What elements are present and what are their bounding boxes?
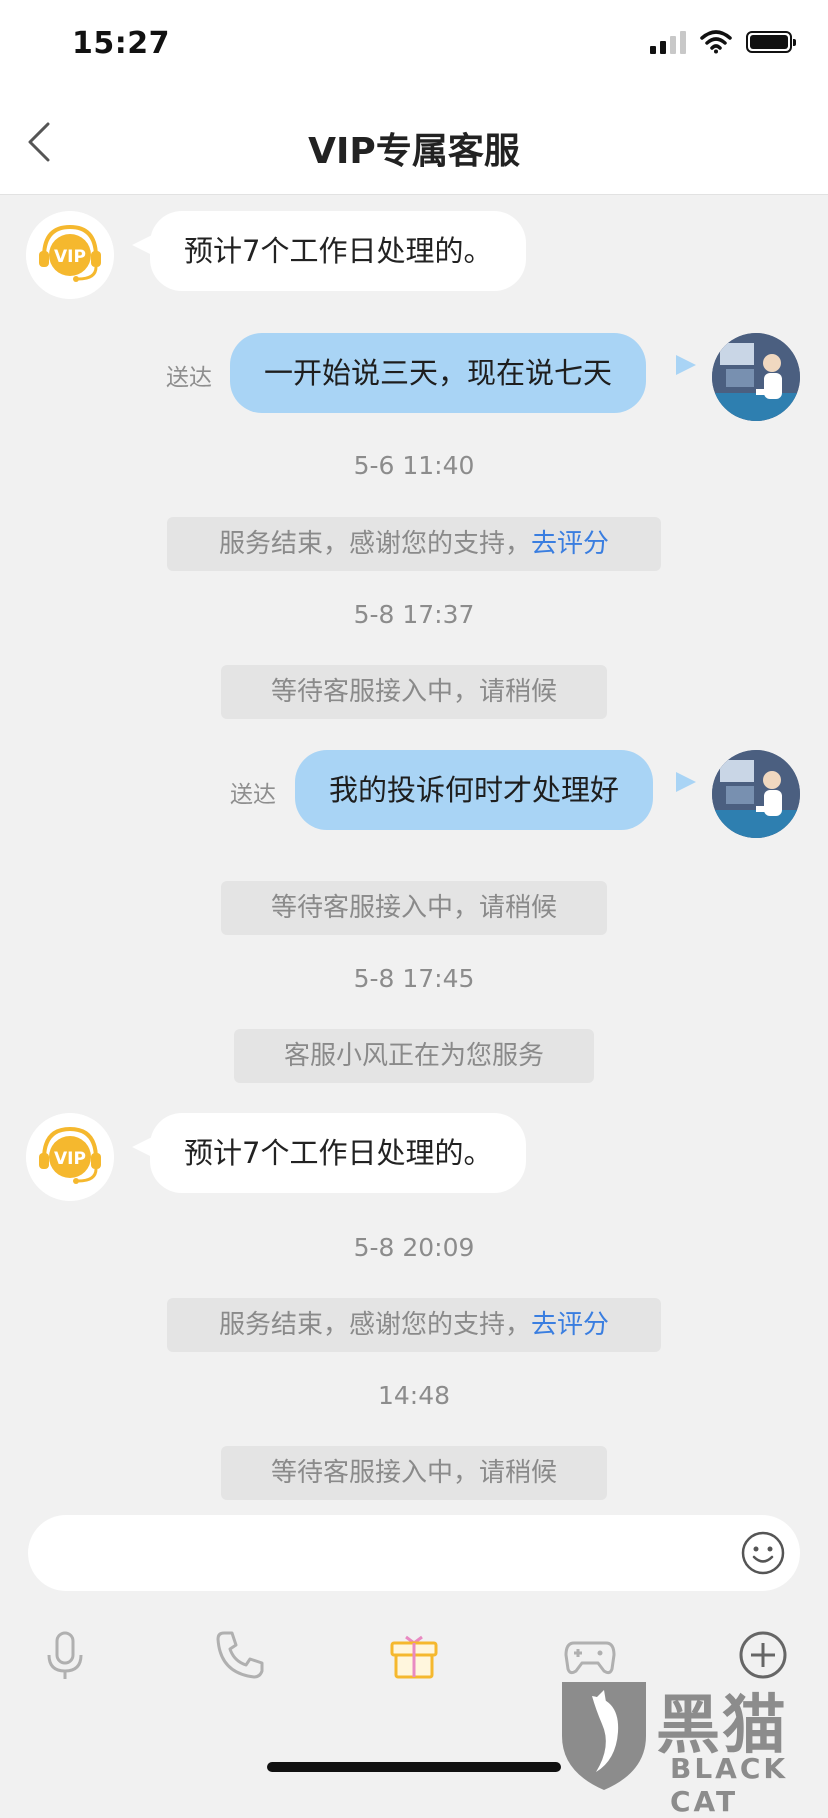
user-photo-icon (712, 750, 800, 838)
system-notice: 服务结束，感谢您的支持，去评分 (167, 1298, 661, 1352)
vip-headset-icon: VIP (26, 1113, 114, 1201)
message-input[interactable] (28, 1515, 800, 1591)
timestamp: 5-8 17:37 (353, 600, 475, 629)
system-notice: 客服小风正在为您服务 (234, 1029, 594, 1083)
incoming-message[interactable]: 预计7个工作日处理的。 (150, 211, 527, 291)
home-indicator[interactable] (267, 1762, 561, 1772)
phone-icon[interactable] (210, 1625, 270, 1685)
system-notice: 等待客服接入中，请稍候 (221, 1446, 607, 1500)
timestamp: 5-8 17:45 (353, 964, 475, 993)
svg-text:VIP: VIP (54, 247, 86, 267)
battery-icon (746, 31, 796, 53)
timestamp: 5-6 11:40 (353, 451, 475, 480)
rate-service-link[interactable]: 去评分 (531, 1310, 609, 1340)
watermark: 黑猫 BLACK CAT (556, 1676, 828, 1818)
status-time: 15:27 (72, 26, 170, 61)
navigation-bar: VIP专属客服 (0, 90, 828, 195)
vip-headset-icon: VIP (26, 211, 114, 299)
bubble-tail (132, 235, 152, 255)
emoji-icon[interactable] (740, 1530, 786, 1576)
incoming-message[interactable]: 预计7个工作日处理的。 (150, 1113, 527, 1193)
system-notice-text: 服务结束，感谢您的支持， (218, 529, 531, 559)
delivered-status: 送达 (230, 782, 276, 808)
delivered-status: 送达 (166, 365, 212, 391)
watermark-subtitle: BLACK CAT (670, 1752, 789, 1818)
chat-list[interactable]: VIP 预计7个工作日处理的。 送达 一开始说三天，现在说七天 5-6 11:4… (0, 195, 828, 1515)
vip-avatar[interactable]: VIP (26, 1113, 114, 1201)
user-photo-icon (712, 333, 800, 421)
wifi-icon (700, 30, 732, 54)
outgoing-message[interactable]: 一开始说三天，现在说七天 (230, 333, 647, 413)
page-title: VIP专属客服 (308, 131, 520, 172)
bubble-tail (676, 772, 696, 792)
bubble-tail (132, 1137, 152, 1157)
microphone-icon[interactable] (35, 1625, 95, 1685)
system-notice: 等待客服接入中，请稍候 (221, 881, 607, 935)
gift-icon[interactable] (384, 1625, 444, 1685)
outgoing-message[interactable]: 我的投诉何时才处理好 (295, 750, 654, 830)
user-avatar[interactable] (712, 333, 800, 421)
user-avatar[interactable] (712, 750, 800, 838)
bubble-tail (676, 355, 696, 375)
system-notice-text: 服务结束，感谢您的支持， (218, 1310, 531, 1340)
timestamp: 5-8 20:09 (353, 1233, 475, 1262)
system-notice: 服务结束，感谢您的支持，去评分 (167, 517, 661, 571)
status-bar: 15:27 (0, 0, 828, 90)
timestamp: 14:48 (377, 1381, 451, 1410)
signal-icon (650, 30, 686, 54)
svg-text:VIP: VIP (54, 1149, 86, 1169)
system-notice: 等待客服接入中，请稍候 (221, 665, 607, 719)
cat-shield-icon (562, 1682, 646, 1790)
vip-avatar[interactable]: VIP (26, 211, 114, 299)
status-icons (650, 30, 796, 54)
rate-service-link[interactable]: 去评分 (531, 529, 609, 559)
